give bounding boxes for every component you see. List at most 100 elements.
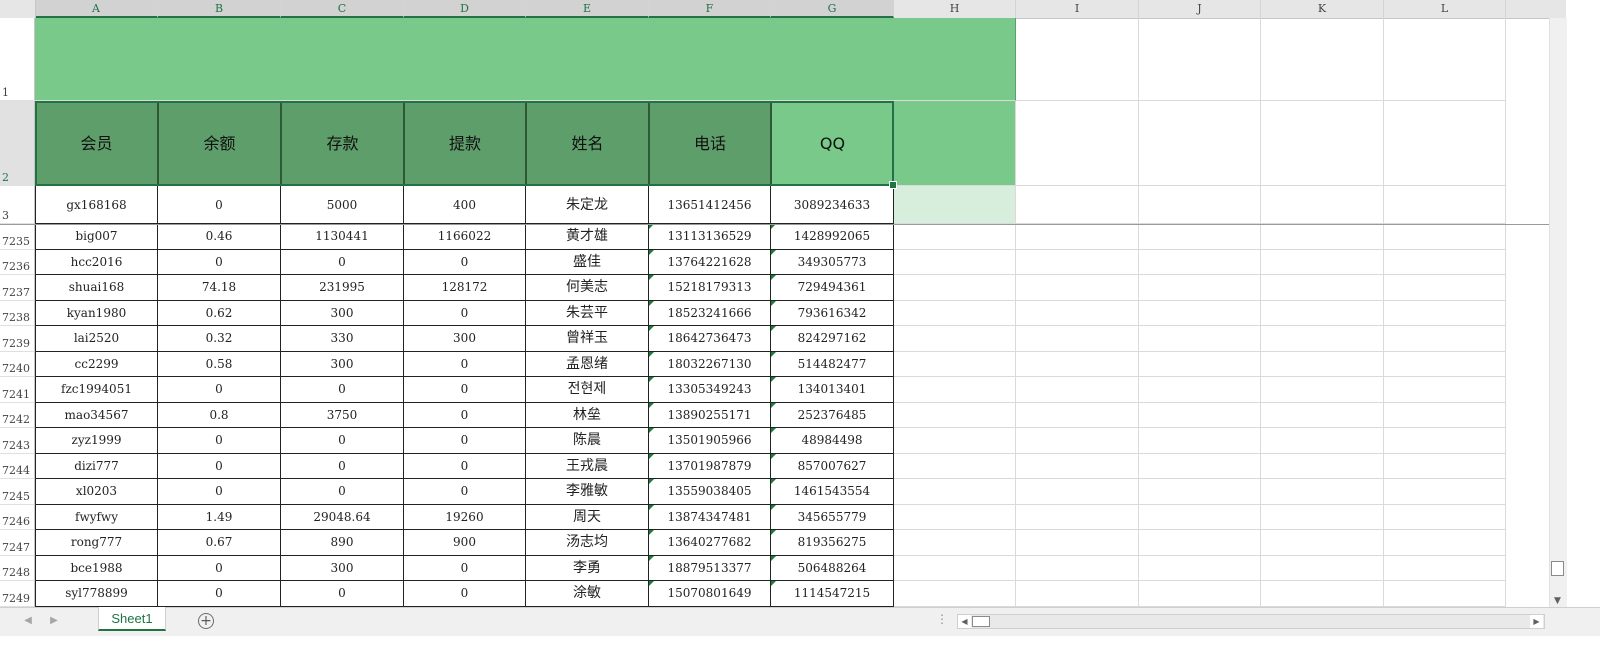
empty-cell[interactable] [1261, 186, 1384, 224]
data-cell[interactable]: 300 [404, 326, 526, 352]
table-header-cell[interactable]: 提款 [404, 101, 526, 186]
row-header-7243[interactable]: 7243 [0, 428, 35, 454]
table-header-cell[interactable]: 存款 [281, 101, 404, 186]
row-header-3[interactable]: 3 [0, 186, 35, 224]
data-cell[interactable]: 231995 [281, 275, 404, 301]
data-cell[interactable]: 孟恩绪 [526, 351, 649, 377]
empty-cell[interactable] [1261, 402, 1384, 428]
empty-cell[interactable] [894, 326, 1016, 352]
empty-cell[interactable] [1384, 300, 1506, 326]
data-cell[interactable]: kyan1980 [35, 300, 158, 326]
row-header-1[interactable]: 1 [0, 18, 35, 101]
empty-cell[interactable] [894, 581, 1016, 607]
empty-cell[interactable] [894, 275, 1016, 301]
empty-cell[interactable] [1016, 326, 1139, 352]
data-cell[interactable]: 729494361 [771, 275, 894, 301]
empty-cell[interactable] [1384, 351, 1506, 377]
empty-cell[interactable] [1016, 555, 1139, 581]
empty-cell[interactable] [1139, 326, 1261, 352]
empty-cell[interactable] [1016, 275, 1139, 301]
empty-cell[interactable] [1261, 530, 1384, 556]
empty-cell[interactable] [894, 300, 1016, 326]
data-cell[interactable]: 5000 [281, 186, 404, 224]
empty-cell[interactable] [1016, 581, 1139, 607]
data-cell[interactable]: 0 [404, 479, 526, 505]
data-cell[interactable]: 13559038405 [649, 479, 771, 505]
empty-cell[interactable] [1016, 351, 1139, 377]
data-cell[interactable]: 3750 [281, 402, 404, 428]
empty-cell[interactable] [1139, 18, 1261, 101]
data-cell[interactable]: 13651412456 [649, 186, 771, 224]
data-cell[interactable]: lai2520 [35, 326, 158, 352]
data-cell[interactable]: 13890255171 [649, 402, 771, 428]
vertical-scrollbar[interactable] [1549, 18, 1567, 610]
data-cell[interactable]: 400 [404, 186, 526, 224]
data-cell[interactable]: 0 [158, 428, 281, 454]
data-cell[interactable]: 0.62 [158, 300, 281, 326]
empty-cell[interactable] [1016, 504, 1139, 530]
column-header-j[interactable]: J [1139, 0, 1261, 18]
data-cell[interactable]: 1.49 [158, 504, 281, 530]
data-cell[interactable]: 0 [404, 351, 526, 377]
sheet-nav-prev-icon[interactable]: ◀ [20, 612, 36, 630]
empty-cell[interactable] [1139, 249, 1261, 275]
data-cell[interactable]: 15218179313 [649, 275, 771, 301]
data-cell[interactable]: 13501905966 [649, 428, 771, 454]
row-header-7236[interactable]: 7236 [0, 249, 35, 275]
data-cell[interactable]: 900 [404, 530, 526, 556]
data-cell[interactable]: 0 [158, 186, 281, 224]
table-header-cell[interactable]: 会员 [35, 101, 158, 186]
data-cell[interactable]: 0.8 [158, 402, 281, 428]
data-cell[interactable]: fwyfwy [35, 504, 158, 530]
data-cell[interactable]: 345655779 [771, 504, 894, 530]
empty-cell[interactable] [1016, 224, 1139, 250]
column-header-a[interactable]: A [35, 0, 158, 18]
empty-cell[interactable] [1384, 18, 1506, 101]
empty-cell[interactable] [894, 504, 1016, 530]
empty-cell[interactable] [1139, 224, 1261, 250]
column-header-e[interactable]: E [526, 0, 649, 18]
empty-cell[interactable] [1139, 377, 1261, 403]
empty-cell[interactable] [1139, 555, 1261, 581]
data-cell[interactable]: 15070801649 [649, 581, 771, 607]
data-cell[interactable]: 890 [281, 530, 404, 556]
column-header-k[interactable]: K [1261, 0, 1384, 18]
data-cell[interactable]: 陈晨 [526, 428, 649, 454]
data-cell[interactable]: shuai168 [35, 275, 158, 301]
data-cell[interactable]: 0 [404, 402, 526, 428]
empty-cell[interactable] [1384, 101, 1506, 186]
data-cell[interactable]: 1130441 [281, 224, 404, 250]
column-header-g[interactable]: G [771, 0, 894, 18]
data-cell[interactable]: 13764221628 [649, 249, 771, 275]
empty-cell[interactable] [894, 186, 1016, 224]
empty-cell[interactable] [1016, 101, 1139, 186]
empty-cell[interactable] [1384, 249, 1506, 275]
data-cell[interactable]: 824297162 [771, 326, 894, 352]
empty-cell[interactable] [1016, 377, 1139, 403]
empty-cell[interactable] [1016, 186, 1139, 224]
table-header-cell[interactable]: 电话 [649, 101, 771, 186]
column-header-l[interactable]: L [1384, 0, 1506, 18]
scroll-right-icon[interactable]: ▶ [1530, 615, 1543, 628]
empty-cell[interactable] [1139, 453, 1261, 479]
data-cell[interactable]: zyz1999 [35, 428, 158, 454]
data-cell[interactable]: 0 [404, 555, 526, 581]
empty-cell[interactable] [894, 453, 1016, 479]
data-cell[interactable]: 0 [158, 453, 281, 479]
empty-cell[interactable] [1261, 555, 1384, 581]
empty-cell[interactable] [1384, 224, 1506, 250]
data-cell[interactable]: 13701987879 [649, 453, 771, 479]
data-cell[interactable]: 0.67 [158, 530, 281, 556]
empty-cell[interactable] [1261, 275, 1384, 301]
data-cell[interactable]: 134013401 [771, 377, 894, 403]
data-cell[interactable]: hcc2016 [35, 249, 158, 275]
data-cell[interactable]: 0 [281, 581, 404, 607]
horizontal-scroll-thumb[interactable] [972, 616, 990, 627]
data-cell[interactable]: 29048.64 [281, 504, 404, 530]
data-cell[interactable]: 18523241666 [649, 300, 771, 326]
empty-cell[interactable] [1016, 530, 1139, 556]
data-cell[interactable]: 13640277682 [649, 530, 771, 556]
empty-cell[interactable] [1261, 249, 1384, 275]
column-header-d[interactable]: D [404, 0, 526, 18]
data-cell[interactable]: 48984498 [771, 428, 894, 454]
